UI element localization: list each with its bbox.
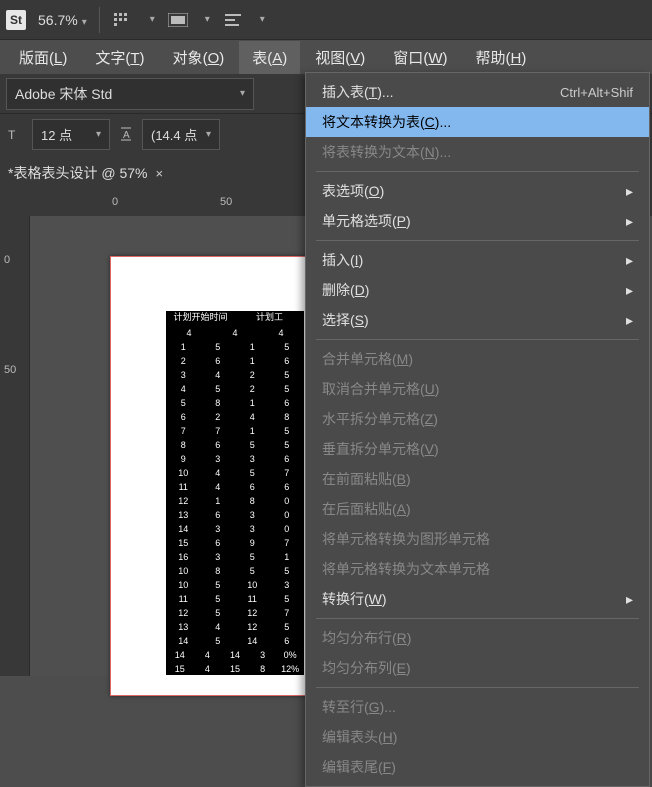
table-row: 10855 <box>166 565 304 577</box>
vertical-ruler: 0 50 <box>0 216 30 676</box>
table-row: 1515 <box>166 341 304 353</box>
table-row: 145146 <box>166 635 304 647</box>
menu-object[interactable]: 对象(O) <box>160 41 238 74</box>
table-content[interactable]: 计划开始时间计划工 444 1515 2616 3425 4525 5816 6248 77… <box>166 311 304 675</box>
menu-separator <box>316 240 639 241</box>
menu-distribute-cols: 均匀分布列(E) <box>306 653 649 683</box>
table-row: 2616 <box>166 355 304 367</box>
table-row: 1441430% <box>166 649 304 661</box>
table-row: 5816 <box>166 397 304 409</box>
frame-icon[interactable] <box>167 9 189 31</box>
menu-text[interactable]: 文字(T) <box>82 41 157 74</box>
font-size-input[interactable]: 12 点▾ <box>32 119 110 150</box>
menu-layout[interactable]: 版面(L) <box>6 41 80 74</box>
menu-split-v: 垂直拆分单元格(V) <box>306 434 649 464</box>
menubar: 版面(L) 文字(T) 对象(O) 表(A) 视图(V) 窗口(W) 帮助(H) <box>0 40 652 74</box>
table-row: 14330 <box>166 523 304 535</box>
table-row: 10457 <box>166 467 304 479</box>
zoom-value[interactable]: 56.7%▾ <box>38 12 87 28</box>
menu-table-options[interactable]: 表选项(O)▸ <box>306 176 649 206</box>
menu-edit-header: 编辑表头(H) <box>306 722 649 752</box>
font-family-select[interactable]: Adobe 宋体 Std▾ <box>6 78 254 110</box>
doc-tab[interactable]: *表格表头设计 @ 57% × <box>8 163 163 183</box>
table-menu-dropdown: 插入表(T)... Ctrl+Alt+Shif 将文本转换为表(C)... 将表… <box>305 72 650 787</box>
menu-help[interactable]: 帮助(H) <box>462 41 539 74</box>
table-row: 11466 <box>166 481 304 493</box>
leading-input[interactable]: (14.4 点▾ <box>142 119 220 150</box>
menu-select[interactable]: 选择(S)▸ <box>306 305 649 335</box>
menu-view[interactable]: 视图(V) <box>302 41 378 74</box>
table-row: 105103 <box>166 579 304 591</box>
table-row: 12180 <box>166 495 304 507</box>
table-row: 9336 <box>166 453 304 465</box>
grid-icon[interactable] <box>112 9 134 31</box>
menu-window[interactable]: 窗口(W) <box>380 41 460 74</box>
top-toolbar: St 56.7%▾ ▾ ▾ ▾ <box>0 0 652 40</box>
table-header: 计划开始时间计划工 <box>166 311 304 325</box>
menu-separator <box>316 687 639 688</box>
table-row: 7715 <box>166 425 304 437</box>
menu-text-to-table[interactable]: 将文本转换为表(C)... <box>306 107 649 137</box>
table-row: 115115 <box>166 593 304 605</box>
svg-text:A: A <box>123 130 130 141</box>
menu-table-to-text: 将表转换为文本(N)... <box>306 137 649 167</box>
svg-text:T: T <box>8 128 16 141</box>
menu-go-to-row: 转至行(G)... <box>306 692 649 722</box>
table-row: 125127 <box>166 607 304 619</box>
align-icon[interactable] <box>222 9 244 31</box>
menu-unmerge-cells: 取消合并单元格(U) <box>306 374 649 404</box>
menu-convert-row[interactable]: 转换行(W)▸ <box>306 584 649 614</box>
table-row: 15415812% <box>166 663 304 675</box>
divider <box>99 7 100 33</box>
menu-edit-footer: 编辑表尾(F) <box>306 752 649 782</box>
menu-merge-cells: 合并单元格(M) <box>306 344 649 374</box>
menu-paste-after: 在后面粘贴(A) <box>306 494 649 524</box>
table-row: 134125 <box>166 621 304 633</box>
menu-separator <box>316 171 639 172</box>
menu-distribute-rows: 均匀分布行(R) <box>306 623 649 653</box>
menu-separator <box>316 339 639 340</box>
table-row: 6248 <box>166 411 304 423</box>
table-row: 16351 <box>166 551 304 563</box>
menu-convert-text: 将单元格转换为文本单元格 <box>306 554 649 584</box>
menu-split-h: 水平拆分单元格(Z) <box>306 404 649 434</box>
menu-paste-before: 在前面粘贴(B) <box>306 464 649 494</box>
table-row: 4525 <box>166 383 304 395</box>
table-row: 8655 <box>166 439 304 451</box>
menu-insert[interactable]: 插入(I)▸ <box>306 245 649 275</box>
table-row: 15697 <box>166 537 304 549</box>
table-row: 3425 <box>166 369 304 381</box>
font-size-icon: T <box>6 124 26 144</box>
menu-insert-table[interactable]: 插入表(T)... Ctrl+Alt+Shif <box>306 77 649 107</box>
menu-convert-graphic: 将单元格转换为图形单元格 <box>306 524 649 554</box>
menu-cell-options[interactable]: 单元格选项(P)▸ <box>306 206 649 236</box>
style-badge[interactable]: St <box>6 10 26 30</box>
leading-icon: A <box>116 124 136 144</box>
menu-separator <box>316 618 639 619</box>
menu-delete[interactable]: 删除(D)▸ <box>306 275 649 305</box>
menu-table[interactable]: 表(A) <box>239 41 300 74</box>
table-row: 13630 <box>166 509 304 521</box>
close-icon[interactable]: × <box>155 166 163 181</box>
table-row: 444 <box>166 327 304 339</box>
